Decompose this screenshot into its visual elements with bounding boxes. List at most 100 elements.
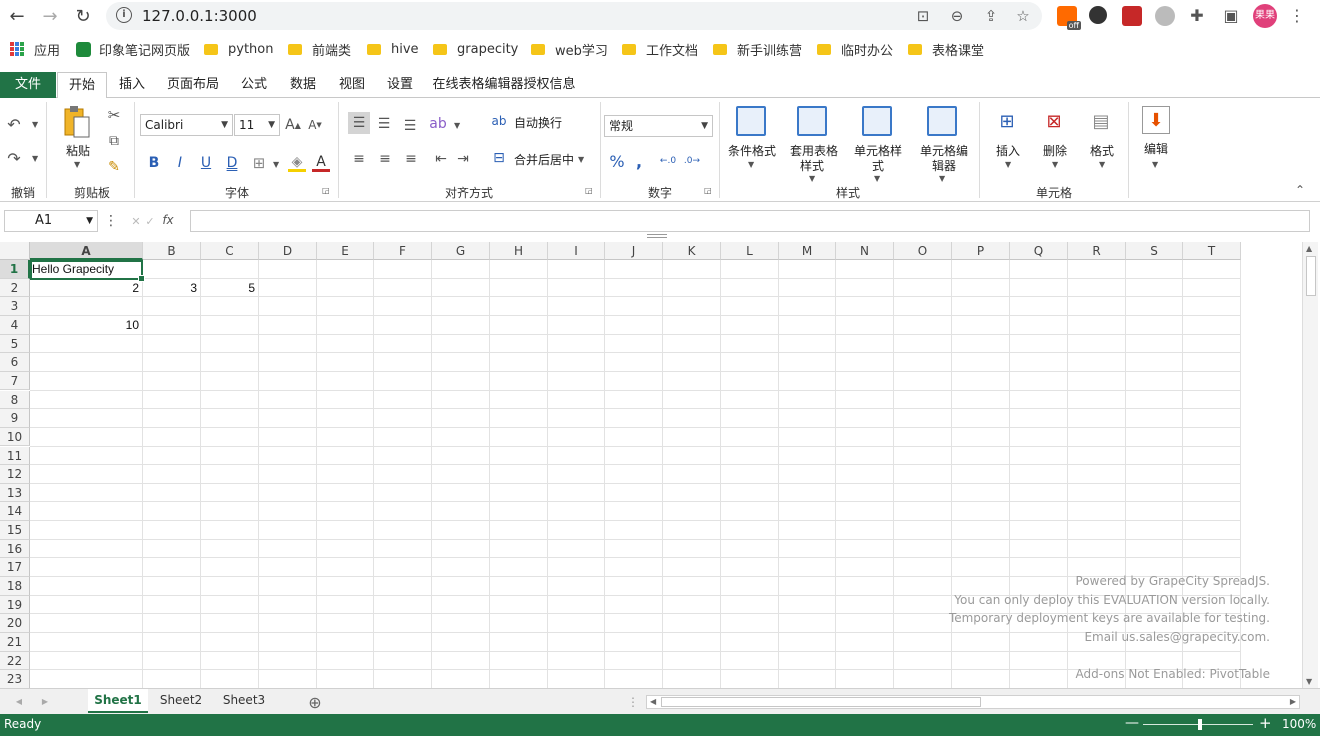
- sheet-next-icon[interactable]: ▶: [38, 694, 52, 708]
- comma-button[interactable]: ,: [632, 152, 646, 171]
- format-cells-icon[interactable]: ▤: [1088, 108, 1114, 134]
- table-style-dropdown-icon[interactable]: ▼: [809, 174, 815, 183]
- font-size-select[interactable]: 11 ▼: [234, 114, 280, 136]
- cell-a4[interactable]: 10: [32, 316, 141, 334]
- zoom-icon[interactable]: ⊖: [948, 7, 966, 25]
- tab-data[interactable]: 数据: [283, 72, 323, 98]
- row-header[interactable]: 17: [0, 558, 30, 577]
- insert-function-icon[interactable]: fx: [160, 212, 176, 228]
- zoom-slider-knob[interactable]: [1198, 719, 1202, 730]
- row-header[interactable]: 23: [0, 670, 30, 688]
- column-header[interactable]: H: [490, 242, 548, 260]
- bookmark-folder[interactable]: 新手训练营: [713, 40, 802, 59]
- row-header[interactable]: 20: [0, 614, 30, 633]
- bookmark-folder[interactable]: hive: [367, 40, 419, 58]
- bookmark-folder[interactable]: 前端类: [288, 40, 351, 59]
- bold-button[interactable]: B: [146, 154, 162, 172]
- decrease-decimal-icon[interactable]: .0→: [682, 152, 702, 170]
- tab-license-info[interactable]: 在线表格编辑器授权信息: [430, 72, 578, 98]
- tab-view[interactable]: 视图: [332, 72, 372, 98]
- translate-icon[interactable]: ⊡: [914, 7, 932, 25]
- decrease-font-icon[interactable]: A ▼: [306, 116, 324, 134]
- number-format-select[interactable]: 常规 ▼: [604, 115, 713, 137]
- reload-icon[interactable]: ↻: [71, 4, 95, 28]
- align-bottom-icon[interactable]: ☰: [400, 116, 420, 136]
- vertical-scroll-thumb[interactable]: [1306, 256, 1316, 296]
- sheet-tab-1[interactable]: Sheet1: [88, 689, 148, 713]
- confirm-icon[interactable]: ✓: [144, 213, 156, 229]
- row-header[interactable]: 10: [0, 427, 30, 447]
- font-dialog-launcher-icon[interactable]: ◲: [322, 186, 330, 195]
- delete-dropdown-icon[interactable]: ▼: [1052, 160, 1058, 169]
- column-header[interactable]: O: [894, 242, 952, 260]
- extension-off-icon[interactable]: off: [1057, 6, 1081, 30]
- cell-editor-icon[interactable]: [927, 106, 957, 136]
- tab-insert[interactable]: 插入: [110, 72, 154, 98]
- edit-dropdown-icon[interactable]: ▼: [1152, 160, 1158, 169]
- column-header[interactable]: P: [952, 242, 1010, 260]
- row-header[interactable]: 19: [0, 595, 30, 615]
- column-header[interactable]: C: [201, 242, 259, 260]
- zoom-out-icon[interactable]: —: [1125, 715, 1139, 731]
- tab-settings[interactable]: 设置: [380, 72, 420, 98]
- undo-dropdown-icon[interactable]: ▼: [32, 120, 38, 129]
- cut-icon[interactable]: ✂: [104, 106, 124, 124]
- formula-resize-handle[interactable]: [647, 234, 667, 238]
- column-header[interactable]: N: [836, 242, 894, 260]
- cancel-icon[interactable]: ✕: [130, 213, 142, 229]
- border-icon[interactable]: ⊞: [250, 154, 268, 172]
- paste-dropdown-icon[interactable]: ▼: [74, 160, 80, 169]
- profile-avatar[interactable]: 果果: [1253, 4, 1277, 28]
- tab-page-layout[interactable]: 页面布局: [160, 72, 226, 98]
- row-header[interactable]: 21: [0, 633, 30, 652]
- font-color-icon[interactable]: A: [312, 154, 330, 172]
- orientation-icon[interactable]: ab: [428, 114, 448, 134]
- delete-cells-icon[interactable]: ⊠: [1041, 108, 1067, 134]
- increase-indent-icon[interactable]: ⇥: [454, 150, 472, 168]
- copy-icon[interactable]: ⧉: [104, 132, 124, 150]
- cell-c2[interactable]: 5: [203, 279, 257, 297]
- sheet-prev-icon[interactable]: ◀: [12, 694, 26, 708]
- decrease-indent-icon[interactable]: ⇤: [432, 150, 450, 168]
- column-header[interactable]: B: [143, 242, 201, 260]
- merge-dropdown-icon[interactable]: ▼: [578, 155, 584, 164]
- column-header[interactable]: Q: [1010, 242, 1068, 260]
- add-sheet-icon[interactable]: ⊕: [306, 693, 324, 712]
- align-right-icon[interactable]: ≡: [402, 150, 420, 168]
- spreadsheet-grid[interactable]: A B C D E F G H I J K L M N O P Q R S T 1 2 3 4 5 6 7 8 9 10 11 12 13 14 1…: [0, 242, 1300, 688]
- increase-decimal-icon[interactable]: ←.0: [658, 152, 678, 170]
- bookmark-folder[interactable]: 表格课堂: [908, 40, 984, 59]
- row-header[interactable]: 1: [0, 260, 30, 279]
- paste-icon[interactable]: [62, 104, 92, 140]
- border-dropdown-icon[interactable]: ▼: [273, 160, 279, 169]
- column-header[interactable]: I: [548, 242, 605, 260]
- insert-button[interactable]: 插入: [996, 142, 1020, 159]
- row-header[interactable]: 18: [0, 577, 30, 596]
- site-info-icon[interactable]: i: [116, 7, 132, 23]
- increase-font-icon[interactable]: A ▲: [284, 116, 302, 134]
- bookmark-folder[interactable]: grapecity: [433, 40, 518, 58]
- cell-editor-dropdown-icon[interactable]: ▼: [939, 174, 945, 183]
- double-underline-button[interactable]: D: [224, 154, 240, 172]
- column-header[interactable]: E: [317, 242, 374, 260]
- wrap-text-icon[interactable]: ab: [490, 112, 508, 130]
- collapse-ribbon-icon[interactable]: ⌃: [1292, 182, 1308, 198]
- sheet-tab-2[interactable]: Sheet2: [152, 689, 210, 713]
- row-header[interactable]: 14: [0, 502, 30, 522]
- bookmark-star-icon[interactable]: ☆: [1014, 7, 1032, 25]
- scroll-down-icon[interactable]: ▼: [1306, 677, 1312, 686]
- column-header[interactable]: L: [721, 242, 779, 260]
- scroll-right-icon[interactable]: ▶: [1290, 697, 1296, 706]
- puzzle-extensions-icon[interactable]: ✚: [1188, 7, 1206, 25]
- horizontal-scrollbar[interactable]: ◀ ▶: [646, 695, 1300, 709]
- redo-icon[interactable]: ↷: [4, 148, 24, 168]
- name-box[interactable]: A1 ▼: [4, 210, 98, 232]
- font-name-select[interactable]: Calibri ▼: [140, 114, 233, 136]
- column-header[interactable]: F: [374, 242, 432, 260]
- scroll-left-icon[interactable]: ◀: [650, 697, 656, 706]
- formula-input[interactable]: [190, 210, 1310, 232]
- bookmark-evernote[interactable]: 印象笔记网页版: [76, 40, 190, 59]
- formula-more-icon[interactable]: ⋮: [104, 213, 118, 229]
- merge-center-button[interactable]: 合并后居中: [514, 151, 574, 168]
- column-header[interactable]: T: [1183, 242, 1241, 260]
